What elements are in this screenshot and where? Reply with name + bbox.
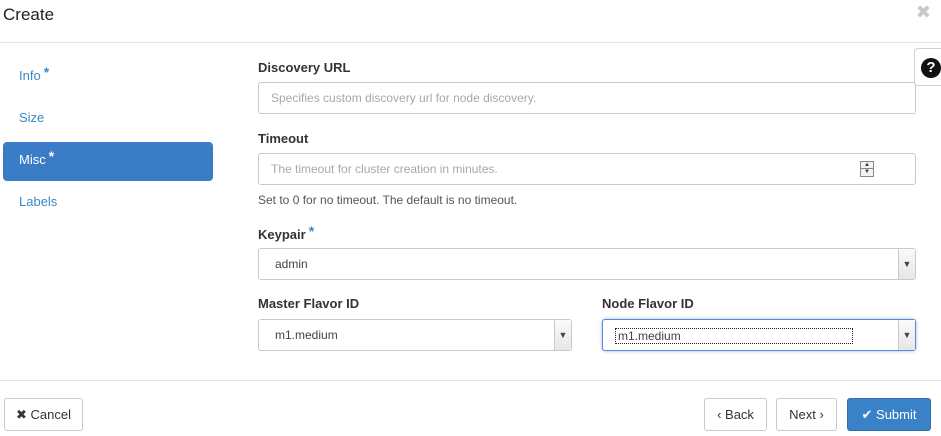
create-modal: Create ✖ ? Info * Size Misc * Labels Disco…: [0, 0, 941, 436]
close-icon[interactable]: ✖: [916, 3, 931, 21]
sidebar-item-label: Size: [19, 110, 45, 125]
submit-label: Submit: [876, 407, 917, 422]
next-button[interactable]: Next ›: [776, 398, 837, 431]
chevron-right-icon: ›: [819, 407, 824, 422]
sidebar-item-info[interactable]: Info *: [3, 58, 213, 97]
node-flavor-select[interactable]: m1.medium ▼: [602, 319, 916, 351]
stepper-down-icon[interactable]: ▼: [861, 169, 873, 176]
stepper-up-icon[interactable]: ▲: [861, 162, 873, 169]
check-icon: ✔: [861, 407, 873, 422]
sidebar-item-label: Labels: [19, 194, 58, 209]
sidebar-item-labels[interactable]: Labels: [3, 184, 213, 223]
chevron-down-icon[interactable]: ▼: [554, 320, 571, 350]
keypair-select[interactable]: admin ▼: [258, 248, 916, 280]
back-button[interactable]: ‹ Back: [704, 398, 767, 431]
node-flavor-label: Node Flavor ID: [602, 296, 694, 311]
timeout-stepper[interactable]: ▲ ▼: [860, 161, 874, 177]
modal-footer: ✖ Cancel ‹ Back Next › ✔ Submit: [0, 380, 941, 436]
help-icon[interactable]: ?: [921, 58, 941, 78]
keypair-label-text: Keypair: [258, 227, 306, 242]
discovery-url-input[interactable]: Specifies custom discovery url for node …: [258, 82, 916, 114]
keypair-label: Keypair *: [258, 223, 314, 243]
node-flavor-value: m1.medium: [615, 328, 853, 344]
chevron-down-icon[interactable]: ▼: [898, 249, 915, 279]
modal-header: Create ✖: [0, 0, 941, 43]
timeout-label: Timeout: [258, 131, 309, 146]
help-tab[interactable]: ?: [914, 48, 941, 86]
required-marker: *: [48, 148, 55, 164]
timeout-placeholder: The timeout for cluster creation in minu…: [271, 162, 498, 176]
close-icon: ✖: [16, 407, 27, 422]
modal-title: Create: [3, 5, 55, 24]
required-marker: *: [308, 223, 315, 239]
timeout-hint: Set to 0 for no timeout. The default is …: [258, 193, 518, 207]
next-label: Next: [789, 407, 816, 422]
sidebar-item-label: Info: [19, 68, 41, 83]
cancel-label: Cancel: [30, 407, 71, 422]
wizard-sidebar: Info * Size Misc * Labels: [3, 58, 213, 226]
discovery-url-label: Discovery URL: [258, 60, 351, 75]
sidebar-item-size[interactable]: Size: [3, 100, 213, 139]
required-marker: *: [43, 64, 50, 80]
sidebar-item-label: Misc: [19, 152, 46, 167]
sidebar-item-misc[interactable]: Misc *: [3, 142, 213, 181]
chevron-down-icon[interactable]: ▼: [898, 320, 915, 350]
master-flavor-value: m1.medium: [275, 328, 338, 342]
keypair-value: admin: [275, 257, 308, 271]
timeout-input[interactable]: The timeout for cluster creation in minu…: [258, 153, 916, 185]
discovery-url-placeholder: Specifies custom discovery url for node …: [271, 91, 537, 105]
cancel-button[interactable]: ✖ Cancel: [4, 398, 83, 431]
chevron-left-icon: ‹: [717, 407, 722, 422]
back-label: Back: [725, 407, 754, 422]
submit-button[interactable]: ✔ Submit: [847, 398, 931, 431]
master-flavor-select[interactable]: m1.medium ▼: [258, 319, 572, 351]
master-flavor-label: Master Flavor ID: [258, 296, 360, 311]
